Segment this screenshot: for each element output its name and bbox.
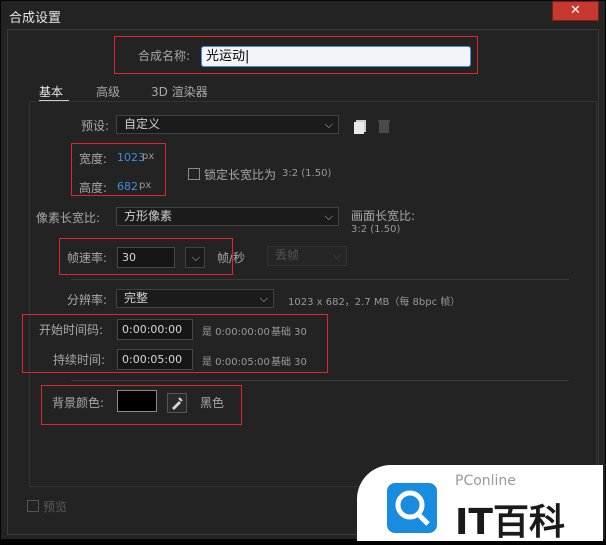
title-bar: 合成设置 ✕ — [1, 1, 605, 29]
divider — [71, 279, 569, 280]
window-title: 合成设置 — [9, 11, 62, 26]
preset-dropdown[interactable]: 自定义 ⌵ — [116, 115, 339, 134]
close-button[interactable]: ✕ — [552, 1, 599, 21]
close-icon: ✕ — [570, 3, 581, 18]
highlight-box-time — [22, 314, 328, 373]
drop-frame-dropdown: 丢帧 ⌵ — [267, 246, 347, 266]
highlight-box-framerate — [59, 238, 233, 275]
save-preset-icon[interactable] — [352, 117, 370, 135]
chevron-down-icon: ⌵ — [324, 210, 333, 223]
highlight-box-bg — [41, 385, 242, 425]
tab-3d-renderer[interactable]: 3D 渲染器 — [151, 83, 208, 100]
chevron-down-icon: ⌵ — [324, 118, 333, 131]
delete-preset-icon[interactable] — [375, 117, 393, 135]
tab-basic[interactable]: 基本 — [39, 83, 63, 100]
highlight-box-name — [114, 36, 478, 74]
resolution-info: 1023 x 682，2.7 MB（每 8bpc 帧） — [288, 297, 461, 308]
chevron-down-icon: ⌵ — [259, 292, 268, 305]
lock-aspect-checkbox[interactable] — [188, 168, 200, 180]
watermark-logo: PConline IT百科 — [357, 465, 603, 543]
pixel-aspect-label: 像素长宽比: — [36, 211, 101, 225]
lock-aspect-ratio: 3:2 (1.50) — [282, 168, 332, 179]
resolution-dropdown[interactable]: 完整 ⌵ — [116, 289, 274, 308]
preset-label: 预设: — [81, 119, 110, 133]
watermark-brand: PConline — [455, 473, 516, 489]
watermark-name: IT百科 — [455, 502, 565, 543]
preview-label: 预览 — [43, 500, 68, 514]
frame-aspect-value: 3:2 (1.50) — [351, 224, 401, 235]
tab-advanced[interactable]: 高级 — [96, 83, 120, 100]
divider — [71, 380, 569, 381]
composition-settings-dialog: 合成设置 ✕ 合成名称: 光运动| 基本 高级 3D 渲染器 预设: 自定义 ⌵ … — [0, 0, 606, 543]
frame-aspect-label: 画面长宽比: — [351, 209, 416, 223]
pixel-aspect-dropdown[interactable]: 方形像素 ⌵ — [116, 207, 339, 226]
lock-aspect-label: 锁定长宽比为 — [204, 168, 277, 182]
resolution-label: 分辨率: — [67, 293, 108, 307]
preview-checkbox[interactable] — [27, 500, 39, 512]
highlight-box-size — [71, 143, 166, 196]
magnifier-logo-icon — [387, 483, 437, 533]
